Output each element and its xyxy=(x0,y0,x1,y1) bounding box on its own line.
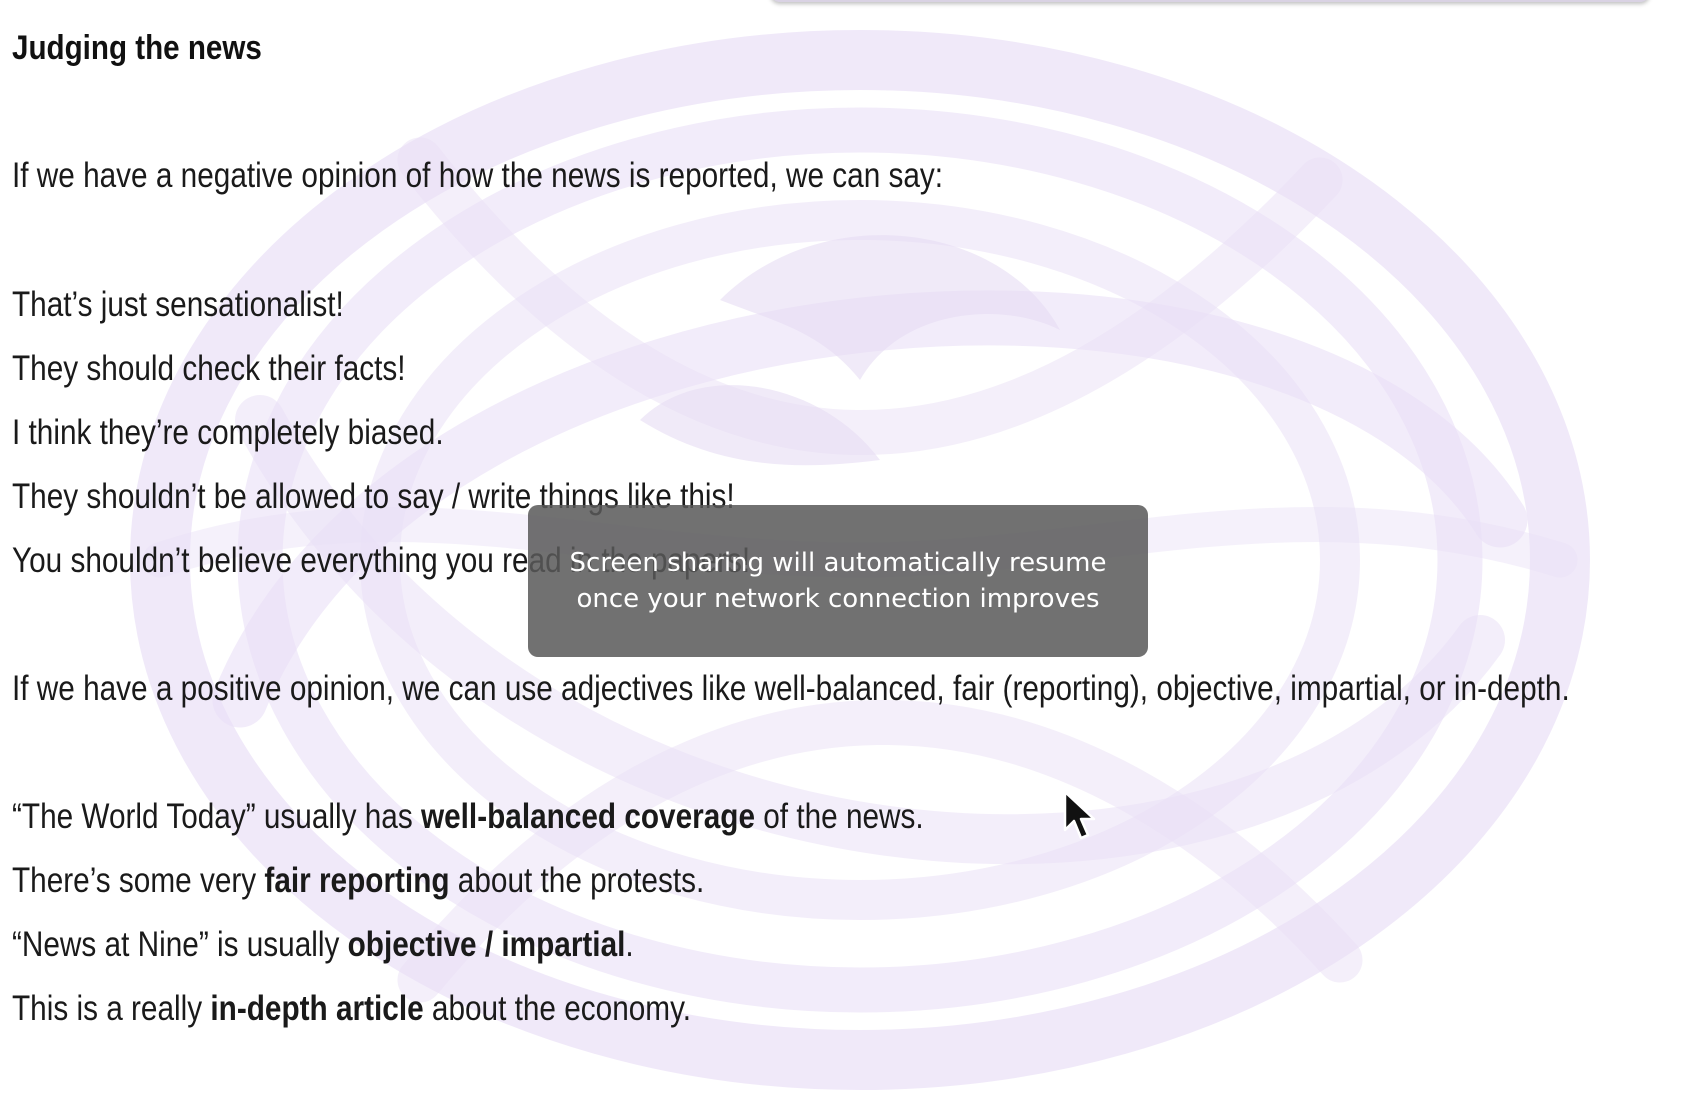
example-text: This is a really xyxy=(12,989,211,1028)
example-sentence: “News at Nine” is usually objective / im… xyxy=(12,925,634,965)
example-sentence: This is a really in-depth article about … xyxy=(12,989,691,1029)
example-text: “News at Nine” is usually xyxy=(12,925,348,964)
negative-phrase: They should check their facts! xyxy=(12,349,406,388)
example-text: There’s some very xyxy=(12,861,265,900)
notification-line-2: once your network connection improves xyxy=(576,584,1100,614)
example-keyword: fair reporting xyxy=(264,861,450,900)
mouse-pointer-icon xyxy=(1063,790,1096,840)
example-keyword: in-depth article xyxy=(210,989,424,1028)
example-sentence: “The World Today” usually has well-balan… xyxy=(12,797,924,837)
example-keyword: objective / impartial xyxy=(347,925,626,964)
intro-positive: If we have a positive opinion, we can us… xyxy=(12,669,1570,708)
example-text: of the news. xyxy=(754,797,924,836)
example-text: about the economy. xyxy=(423,989,692,1028)
network-notification-toast: Screen sharing will automatically resume… xyxy=(528,505,1148,657)
example-text: about the protests. xyxy=(449,861,705,900)
negative-phrase: I think they’re completely biased. xyxy=(12,413,444,452)
negative-phrase: That’s just sensationalist! xyxy=(12,285,344,324)
example-text: “The World Today” usually has xyxy=(12,797,421,836)
window-edge xyxy=(770,0,1650,2)
intro-negative: If we have a negative opinion of how the… xyxy=(12,156,944,195)
notification-line-1: Screen sharing will automatically resume xyxy=(569,548,1107,578)
screen-share-view: Judging the news If we have a negative o… xyxy=(0,0,1692,1098)
slide-heading: Judging the news xyxy=(12,29,262,67)
example-sentence: There’s some very fair reporting about t… xyxy=(12,861,704,901)
example-text: . xyxy=(625,925,634,964)
example-keyword: well-balanced coverage xyxy=(420,797,755,836)
